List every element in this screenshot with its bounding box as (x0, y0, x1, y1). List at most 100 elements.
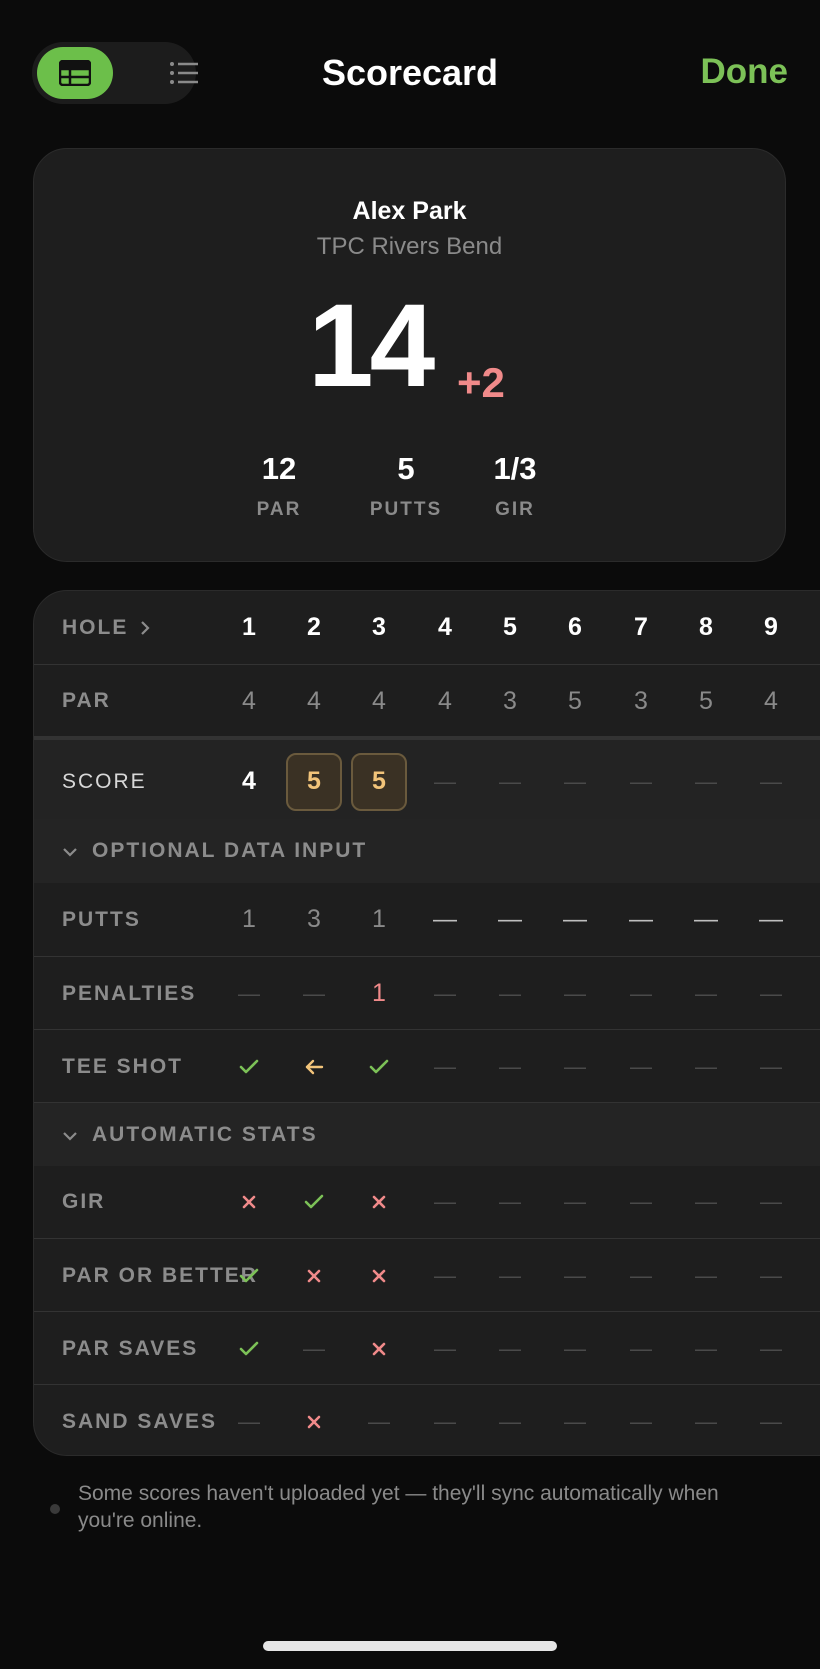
empty-dash: — (238, 980, 260, 1006)
putts-value: 3 (307, 905, 321, 933)
tee-shot-cell-5[interactable]: — (480, 1030, 540, 1103)
tee-shot-cell-2[interactable] (284, 1030, 344, 1103)
hole-value: 9 (764, 613, 778, 641)
empty-dash: — (695, 980, 717, 1006)
tee-shot-cell-8[interactable]: — (676, 1030, 736, 1103)
empty-dash: — (433, 905, 457, 933)
scores-cell-1[interactable]: 4 (219, 740, 279, 823)
putts-cell-2[interactable]: 3 (284, 883, 344, 956)
penalties-cell-8[interactable]: — (676, 957, 736, 1030)
hole-value: 3 (372, 613, 386, 641)
empty-dash: — (564, 768, 586, 794)
holes-cell-1: 1 (219, 591, 279, 664)
putts-cell-9[interactable]: — (741, 883, 801, 956)
round-summary-card: Alex Park TPC Rivers Bend 14 +2 12 PAR 5… (33, 148, 786, 562)
sand-saves-cell-6: — (545, 1385, 605, 1455)
putts-cell-6[interactable]: — (545, 883, 605, 956)
penalties-cell-1[interactable]: — (219, 957, 279, 1030)
par-or-better-cell-3 (349, 1239, 409, 1312)
putts-cell-3[interactable]: 1 (349, 883, 409, 956)
empty-dash: — (434, 1053, 456, 1079)
scores-cell-4[interactable]: — (415, 740, 475, 823)
hole-label: HOLE (62, 615, 129, 639)
par-or-better-cell-9: — (741, 1239, 801, 1312)
putts-cell-4[interactable]: — (415, 883, 475, 956)
scores-cell-3[interactable]: 5 (349, 740, 409, 823)
penalties-cell-4[interactable]: — (415, 957, 475, 1030)
check-icon (239, 1268, 259, 1284)
cross-icon (307, 1415, 321, 1429)
empty-dash: — (434, 1188, 456, 1214)
empty-dash: — (760, 1335, 782, 1361)
par-value: 4 (438, 686, 452, 715)
holes-cell-3: 3 (349, 591, 409, 664)
holes-cell-2: 2 (284, 591, 344, 664)
scores-cell-8[interactable]: — (676, 740, 736, 823)
penalties-cell-9[interactable]: — (741, 957, 801, 1030)
scores-cell-7[interactable]: — (611, 740, 671, 823)
penalties-cell-6[interactable]: — (545, 957, 605, 1030)
tee-shot-cell-9[interactable]: — (741, 1030, 801, 1103)
empty-dash: — (303, 980, 325, 1006)
tee-shot-cell-6[interactable]: — (545, 1030, 605, 1103)
hole-header[interactable]: HOLE (62, 591, 150, 664)
stat-label: PAR (256, 499, 302, 520)
penalties-cell-7[interactable]: — (611, 957, 671, 1030)
automatic-section-header[interactable]: AUTOMATIC STATS (34, 1102, 820, 1166)
empty-dash: — (630, 1262, 652, 1288)
empty-dash: — (564, 1262, 586, 1288)
score-to-par: +2 (457, 359, 505, 406)
stat-value: 1/3 (493, 451, 537, 486)
hole-value: 7 (634, 613, 648, 641)
penalties-cell-2[interactable]: — (284, 957, 344, 1030)
optional-section-header[interactable]: OPTIONAL DATA INPUT (34, 819, 820, 883)
penalties-cell-5[interactable]: — (480, 957, 540, 1030)
penalties-cell-3[interactable]: 1 (349, 957, 409, 1030)
done-button[interactable]: Done (701, 52, 789, 92)
scores-cell-9[interactable]: — (741, 740, 801, 823)
empty-dash: — (630, 1188, 652, 1214)
sand-saves-cell-1: — (219, 1385, 279, 1455)
tee-shot-cell-7[interactable]: — (611, 1030, 671, 1103)
putts-cell-5[interactable]: — (480, 883, 540, 956)
par-saves-cell-8: — (676, 1312, 736, 1385)
score-label: SCORE (62, 769, 147, 793)
empty-dash: — (434, 1335, 456, 1361)
par-or-better-cell-6: — (545, 1239, 605, 1312)
cross-icon (307, 1269, 321, 1283)
pars-cell-8: 5 (676, 665, 736, 737)
empty-dash: — (760, 768, 782, 794)
par-label: PAR (62, 689, 111, 712)
par-saves-cell-4: — (415, 1312, 475, 1385)
tee-shot-row: TEE SHOT — — — — — — (34, 1029, 820, 1103)
cross-icon (372, 1195, 386, 1209)
tee-shot-cell-3[interactable] (349, 1030, 409, 1103)
putts-cell-7[interactable]: — (611, 883, 671, 956)
putts-row: PUTTS 1 3 1 — — — — — — (34, 883, 820, 956)
par-saves-cell-7: — (611, 1312, 671, 1385)
empty-dash: — (760, 1053, 782, 1079)
empty-dash: — (564, 980, 586, 1006)
par-value: 5 (699, 686, 713, 715)
sync-status-dot (50, 1504, 60, 1514)
scores-cell-2[interactable]: 5 (284, 740, 344, 823)
gir-cell-2 (284, 1165, 344, 1238)
sand-saves-cell-2 (284, 1385, 344, 1455)
scores-cell-6[interactable]: — (545, 740, 605, 823)
empty-dash: — (238, 1408, 260, 1434)
tee-shot-cell-1[interactable] (219, 1030, 279, 1103)
empty-dash: — (760, 1408, 782, 1434)
putts-cell-1[interactable]: 1 (219, 883, 279, 956)
gir-cell-3 (349, 1165, 409, 1238)
tee-shot-cell-4[interactable]: — (415, 1030, 475, 1103)
par-value: 4 (242, 686, 256, 715)
optional-section-title: OPTIONAL DATA INPUT (92, 839, 368, 862)
check-icon (239, 1059, 259, 1075)
par-saves-cell-6: — (545, 1312, 605, 1385)
gir-label: GIR (62, 1189, 106, 1213)
holes-cell-4: 4 (415, 591, 475, 664)
empty-dash: — (434, 980, 456, 1006)
putts-cell-8[interactable]: — (676, 883, 736, 956)
scores-cell-5[interactable]: — (480, 740, 540, 823)
empty-dash: — (630, 768, 652, 794)
